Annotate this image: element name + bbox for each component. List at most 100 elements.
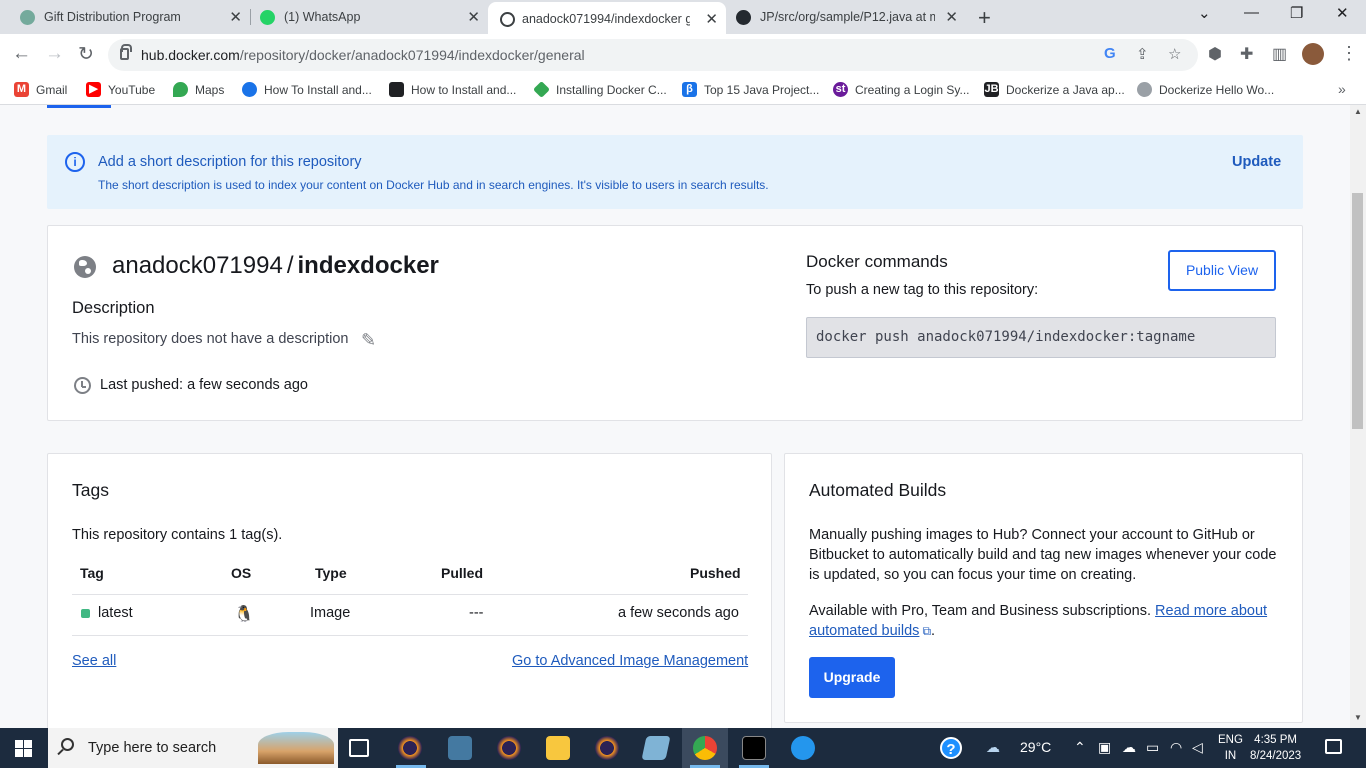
bookmarks-overflow-icon[interactable]: »: [1338, 81, 1346, 97]
eclipse-icon[interactable]: [595, 736, 619, 760]
profile-avatar[interactable]: [1302, 43, 1324, 65]
bookmark-item[interactable]: How to Install and...: [389, 82, 516, 97]
chrome-icon[interactable]: [693, 736, 717, 760]
column-header-os: OS: [231, 565, 252, 581]
edit-pencil-icon[interactable]: ✎: [361, 330, 376, 351]
banner-text: The short description is used to index y…: [98, 178, 769, 192]
tag-type: Image: [310, 605, 351, 621]
bookmark-icon: β: [682, 82, 697, 97]
bookmark-maps[interactable]: Maps: [173, 82, 224, 97]
bookmark-item[interactable]: JB Dockerize a Java ap...: [984, 82, 1125, 97]
see-all-link[interactable]: See all: [72, 653, 116, 669]
bookmark-item[interactable]: Installing Docker C...: [533, 81, 667, 98]
push-command[interactable]: docker push anadock071994/indexdocker:ta…: [806, 317, 1276, 358]
puzzle-icon[interactable]: ✚: [1240, 44, 1253, 64]
tab-whatsapp[interactable]: (1) WhatsApp ✕: [250, 0, 488, 34]
reload-button[interactable]: ↻: [78, 43, 94, 66]
bookmark-item[interactable]: β Top 15 Java Project...: [682, 82, 819, 97]
docker-desktop-icon[interactable]: [791, 736, 815, 760]
language-indicator[interactable]: ENG IN: [1218, 732, 1243, 764]
minimize-button[interactable]: —: [1244, 4, 1259, 21]
close-tab-icon[interactable]: ✕: [467, 8, 480, 26]
bookmark-gmail[interactable]: M Gmail: [14, 82, 67, 97]
docker-icon: [500, 12, 515, 27]
tab-search-icon[interactable]: ⌄: [1198, 4, 1211, 22]
bookmarks-bar: M Gmail ▶ YouTube Maps How To Install and.…: [0, 76, 1366, 105]
tab-github[interactable]: JP/src/org/sample/P12.java at ma ✕: [726, 0, 966, 34]
last-pushed: Last pushed: a few seconds ago: [100, 377, 308, 393]
google-lens-icon[interactable]: G: [1104, 45, 1116, 62]
eclipse-icon[interactable]: [497, 736, 521, 760]
page-scrollbar[interactable]: ▲ ▼: [1350, 105, 1366, 728]
notepad-icon[interactable]: [641, 736, 671, 760]
tab-gift-distribution[interactable]: Gift Distribution Program ✕: [0, 0, 250, 34]
bookmark-label: YouTube: [108, 82, 156, 97]
share-icon[interactable]: ⇪: [1136, 45, 1149, 63]
temperature[interactable]: 29°C: [1020, 739, 1051, 755]
windows-start-icon[interactable]: [15, 740, 32, 757]
bookmark-item[interactable]: How To Install and...: [242, 82, 372, 97]
scrollbar-thumb[interactable]: [1352, 193, 1363, 429]
github-icon: [736, 10, 751, 25]
help-icon[interactable]: ?: [940, 737, 962, 759]
tray-chevron-icon[interactable]: ⌃: [1074, 739, 1086, 756]
advanced-image-management-link[interactable]: Go to Advanced Image Management: [512, 653, 748, 669]
onedrive-icon[interactable]: ☁: [1122, 739, 1136, 756]
chatgpt-icon: [20, 10, 35, 25]
close-window-button[interactable]: ✕: [1336, 4, 1349, 22]
column-header-type: Type: [315, 565, 347, 581]
close-tab-icon[interactable]: ✕: [705, 10, 718, 28]
search-icon: [61, 738, 74, 751]
update-button[interactable]: Update: [1232, 154, 1281, 170]
upgrade-button[interactable]: Upgrade: [809, 657, 895, 698]
globe-icon: [74, 256, 96, 278]
close-tab-icon[interactable]: ✕: [945, 8, 958, 26]
menu-icon[interactable]: ⋮: [1340, 43, 1358, 64]
weather-cloud-icon[interactable]: ☁: [986, 739, 1000, 756]
scroll-up-icon[interactable]: ▲: [1354, 107, 1362, 116]
tags-heading: Tags: [72, 480, 109, 500]
new-tab-button[interactable]: +: [978, 5, 991, 31]
tag-pulled: ---: [469, 605, 484, 621]
language-top: ENG: [1218, 734, 1243, 746]
eclipse-icon[interactable]: [398, 736, 422, 760]
taskbar-search[interactable]: Type here to search: [48, 728, 338, 768]
bookmark-star-icon[interactable]: ☆: [1168, 45, 1181, 63]
address-bar[interactable]: hub.docker.com/repository/docker/anadock…: [108, 39, 1198, 71]
battery-icon[interactable]: ▭: [1146, 739, 1159, 756]
forward-button[interactable]: →: [45, 43, 64, 65]
command-prompt-icon[interactable]: [742, 736, 766, 760]
task-view-icon[interactable]: [349, 739, 369, 757]
clock-time: 4:35 PM: [1254, 734, 1297, 746]
tag-name-link[interactable]: latest: [98, 605, 133, 621]
mysql-workbench-icon[interactable]: [448, 736, 472, 760]
close-tab-icon[interactable]: ✕: [229, 8, 242, 26]
side-panel-icon[interactable]: ▥: [1272, 44, 1287, 64]
public-view-button[interactable]: Public View: [1168, 250, 1276, 291]
bookmark-icon: JB: [984, 82, 999, 97]
wifi-icon[interactable]: ◠: [1170, 739, 1182, 756]
automated-builds-heading: Automated Builds: [809, 480, 947, 500]
bookmark-item[interactable]: Dockerize Hello Wo...: [1137, 82, 1274, 97]
column-header-tag: Tag: [80, 565, 104, 581]
system-clock[interactable]: 4:35 PM 8/24/2023: [1250, 732, 1301, 764]
volume-icon[interactable]: ◁: [1192, 739, 1203, 756]
meet-now-icon[interactable]: ▣: [1098, 739, 1111, 756]
tab-title: (1) WhatsApp: [284, 10, 361, 24]
repository-card: anadock071994/indexdocker Description Th…: [47, 225, 1303, 421]
bookmark-item[interactable]: st Creating a Login Sy...: [833, 82, 970, 97]
back-button[interactable]: ←: [12, 43, 31, 65]
restore-button[interactable]: ❐: [1290, 4, 1303, 22]
extension-icon[interactable]: ⬢: [1208, 44, 1222, 64]
notification-icon[interactable]: [1325, 739, 1342, 754]
tags-card: Tags This repository contains 1 tag(s). …: [47, 453, 772, 728]
tab-title: anadock071994/indexdocker ger: [522, 12, 690, 26]
page-content: i Add a short description for this repos…: [0, 105, 1350, 728]
scroll-down-icon[interactable]: ▼: [1354, 713, 1362, 722]
bookmark-youtube[interactable]: ▶ YouTube: [86, 82, 155, 97]
tab-docker-hub[interactable]: anadock071994/indexdocker ger ✕: [488, 2, 726, 34]
bookmark-label: Installing Docker C...: [556, 82, 667, 97]
file-explorer-icon[interactable]: [546, 736, 570, 760]
description-banner: i Add a short description for this repos…: [47, 135, 1303, 209]
browser-toolbar: ← → ↻ hub.docker.com/repository/docker/a…: [0, 34, 1366, 76]
